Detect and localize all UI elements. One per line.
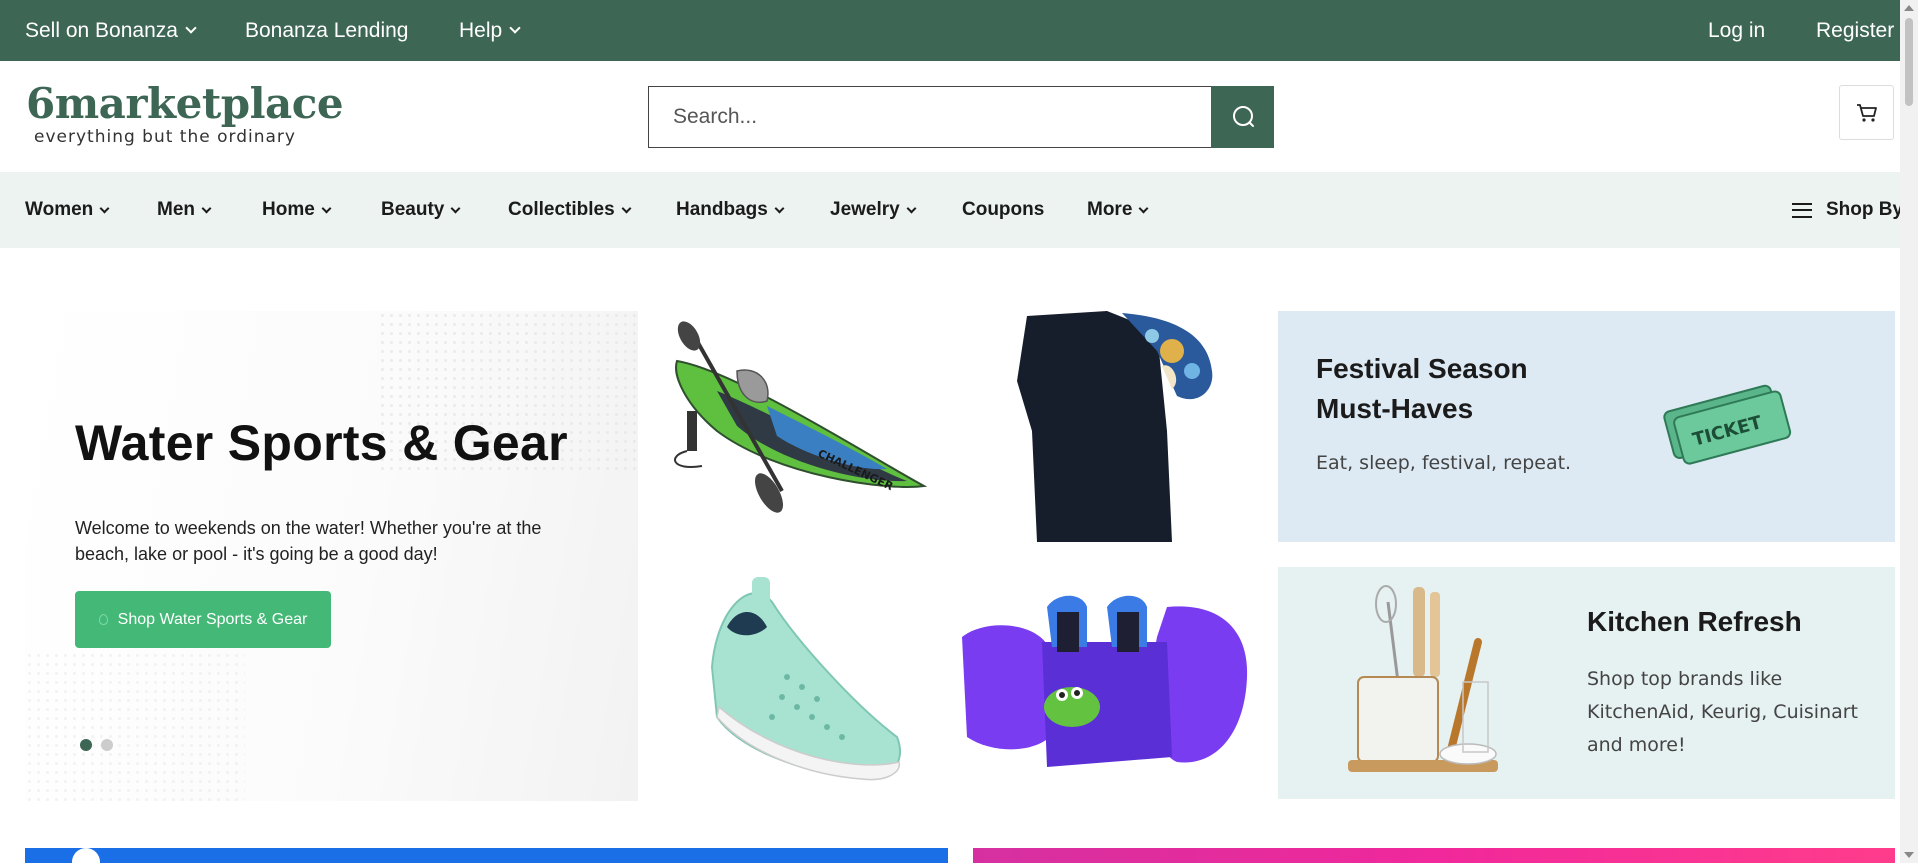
tile-swim-vest[interactable] (957, 567, 1253, 799)
chevron-down-icon (509, 22, 521, 34)
nav-item-coupons[interactable]: Coupons (962, 172, 1044, 248)
shop-by-label: Shop By (1826, 199, 1904, 220)
category-nav: Women Men Home Beauty Collectibles Handb… (0, 172, 1903, 248)
login-link[interactable]: Log in (1708, 0, 1765, 61)
tile-water-shoe[interactable] (657, 567, 940, 799)
cta-label: Shop Water Sports & Gear (117, 610, 308, 628)
page: Sell on Bonanza Bonanza Lending Help Log… (0, 0, 1918, 863)
page-scrollbar[interactable] (1900, 0, 1918, 863)
nav-item-collectibles[interactable]: Collectibles (508, 172, 632, 248)
logo-tagline: everything but the ordinary (34, 127, 296, 147)
bonanza-lending-link[interactable]: Bonanza Lending (245, 0, 408, 61)
chevron-down-icon (906, 203, 917, 213)
chevron-down-icon (1138, 203, 1149, 213)
login-label: Log in (1708, 18, 1766, 42)
nav-item-women[interactable]: Women (25, 172, 110, 248)
nav-item-home[interactable]: Home (262, 172, 332, 248)
slide-dot-1[interactable] (80, 739, 92, 751)
nav-item-label: Handbags (676, 199, 768, 220)
slide-dot-2[interactable] (101, 739, 113, 751)
banner-logo (72, 848, 100, 863)
sell-on-bonanza-menu[interactable]: Sell on Bonanza (25, 0, 197, 61)
search-icon (1232, 106, 1254, 127)
festival-subtitle: Eat, sleep, festival, repeat. (1316, 452, 1572, 474)
bottom-banner-left[interactable] (25, 848, 948, 863)
search-bar (648, 86, 1274, 148)
nav-item-label: Beauty (381, 199, 445, 220)
kitchen-utensils-image (1348, 585, 1498, 772)
search-input[interactable] (648, 86, 1211, 148)
shop-water-sports-button[interactable]: Shop Water Sports & Gear (75, 591, 331, 648)
cart-icon (1856, 103, 1877, 122)
kayak-image: CHALLENGER (674, 321, 928, 513)
chevron-down-icon (185, 22, 197, 34)
water-shoe-image (710, 577, 902, 781)
cart-button[interactable] (1839, 85, 1894, 140)
chevron-down-icon (450, 203, 461, 213)
ticket-icon: TICKET (1663, 384, 1792, 465)
nav-item-label: More (1087, 199, 1133, 220)
chevron-down-icon (621, 203, 632, 213)
kitchen-promo-card[interactable]: Kitchen Refresh Shop top brands like Kit… (1278, 567, 1895, 799)
logo-wordmark: 6marketplace (26, 79, 344, 128)
help-label: Help (459, 18, 503, 42)
search-button[interactable] (1211, 86, 1274, 148)
chevron-down-icon (321, 203, 332, 213)
hero-banner: Water Sports & Gear Welcome to weekends … (25, 311, 638, 801)
shop-by-menu[interactable]: Shop By (1792, 172, 1903, 248)
hero-description: Welcome to weekends on the water! Whethe… (75, 518, 542, 564)
marketplace-logo[interactable]: 6marketplace everything but the ordinary (26, 83, 344, 149)
scrollbar-thumb[interactable] (1905, 18, 1913, 106)
nav-item-label: Men (157, 199, 195, 220)
hero-title: Water Sports & Gear (75, 415, 568, 471)
chevron-down-icon (201, 203, 212, 213)
site-header: 6marketplace everything but the ordinary (0, 61, 1900, 172)
top-bar: Sell on Bonanza Bonanza Lending Help Log… (0, 0, 1900, 61)
hero-pattern (25, 651, 245, 801)
hamburger-icon (1792, 202, 1812, 218)
chevron-down-icon (774, 203, 785, 213)
swim-vest-image (962, 595, 1248, 767)
nav-item-men[interactable]: Men (157, 172, 212, 248)
scroll-down-arrow-icon[interactable] (1904, 852, 1914, 858)
nav-item-handbags[interactable]: Handbags (676, 172, 785, 248)
festival-promo-card[interactable]: Festival Season Must-Haves Eat, sleep, f… (1278, 311, 1895, 542)
nav-item-beauty[interactable]: Beauty (381, 172, 461, 248)
nav-item-label: Home (262, 199, 315, 220)
sell-on-bonanza-label: Sell on Bonanza (25, 18, 178, 42)
nav-item-jewelry[interactable]: Jewelry (830, 172, 917, 248)
bonanza-lending-label: Bonanza Lending (245, 18, 409, 42)
bottom-banner-right[interactable] (973, 848, 1895, 863)
register-label: Register (1816, 18, 1895, 42)
water-drop-icon (98, 614, 108, 625)
kitchen-title: Kitchen Refresh (1587, 606, 1802, 637)
nav-item-more[interactable]: More (1087, 172, 1149, 248)
scroll-up-arrow-icon[interactable] (1904, 5, 1914, 11)
register-link[interactable]: Register (1816, 0, 1894, 61)
kitchen-subtitle: Shop top brands like KitchenAid, Keurig,… (1587, 668, 1859, 756)
nav-item-label: Women (25, 199, 94, 220)
tile-kayak[interactable]: CHALLENGER (657, 311, 940, 542)
chevron-down-icon (99, 203, 110, 213)
help-menu[interactable]: Help (459, 0, 521, 61)
nav-item-label: Collectibles (508, 199, 615, 220)
festival-title: Festival Season Must-Haves (1316, 353, 1528, 424)
nav-item-label: Jewelry (830, 199, 900, 220)
slider-dots (80, 739, 113, 751)
rash-guard-shirt-image (1017, 311, 1213, 542)
tile-rash-guard[interactable] (957, 311, 1253, 542)
nav-item-label: Coupons (962, 199, 1045, 220)
